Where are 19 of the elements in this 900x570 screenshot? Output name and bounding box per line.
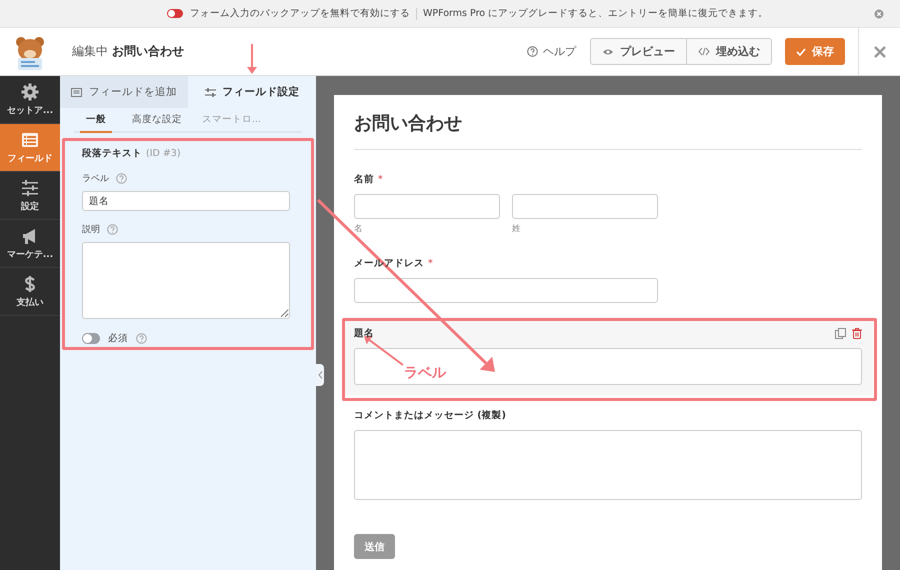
notice-text: フォーム入力のバックアップを無料で有効にする <box>190 7 410 20</box>
form-title: お問い合わせ <box>354 112 463 136</box>
field-label: コメントまたはメッセージ (複製) <box>354 409 506 422</box>
sub-label: 姓 <box>512 223 521 235</box>
field-label: ラベル <box>82 173 109 185</box>
field-label: 名前 <box>354 173 374 186</box>
field-label: 説明 <box>82 224 100 236</box>
field-type-title: 段落テキスト <box>82 147 142 160</box>
field-label: 題名 <box>354 327 374 340</box>
notice-text: WPForms Pro にアップグレードすると、エントリーを簡単に復元できます。 <box>423 7 768 20</box>
annotation-label: ラベル <box>404 364 446 382</box>
field-label: メールアドレス <box>354 257 424 270</box>
editing-label: 編集中 <box>72 43 108 60</box>
form-name: お問い合わせ <box>112 43 184 60</box>
required-mark: * <box>378 174 383 185</box>
field-label: 必須 <box>108 332 128 345</box>
field-id: (ID #3) <box>146 148 181 159</box>
required-mark: * <box>428 258 433 269</box>
sub-label: 名 <box>354 223 363 235</box>
